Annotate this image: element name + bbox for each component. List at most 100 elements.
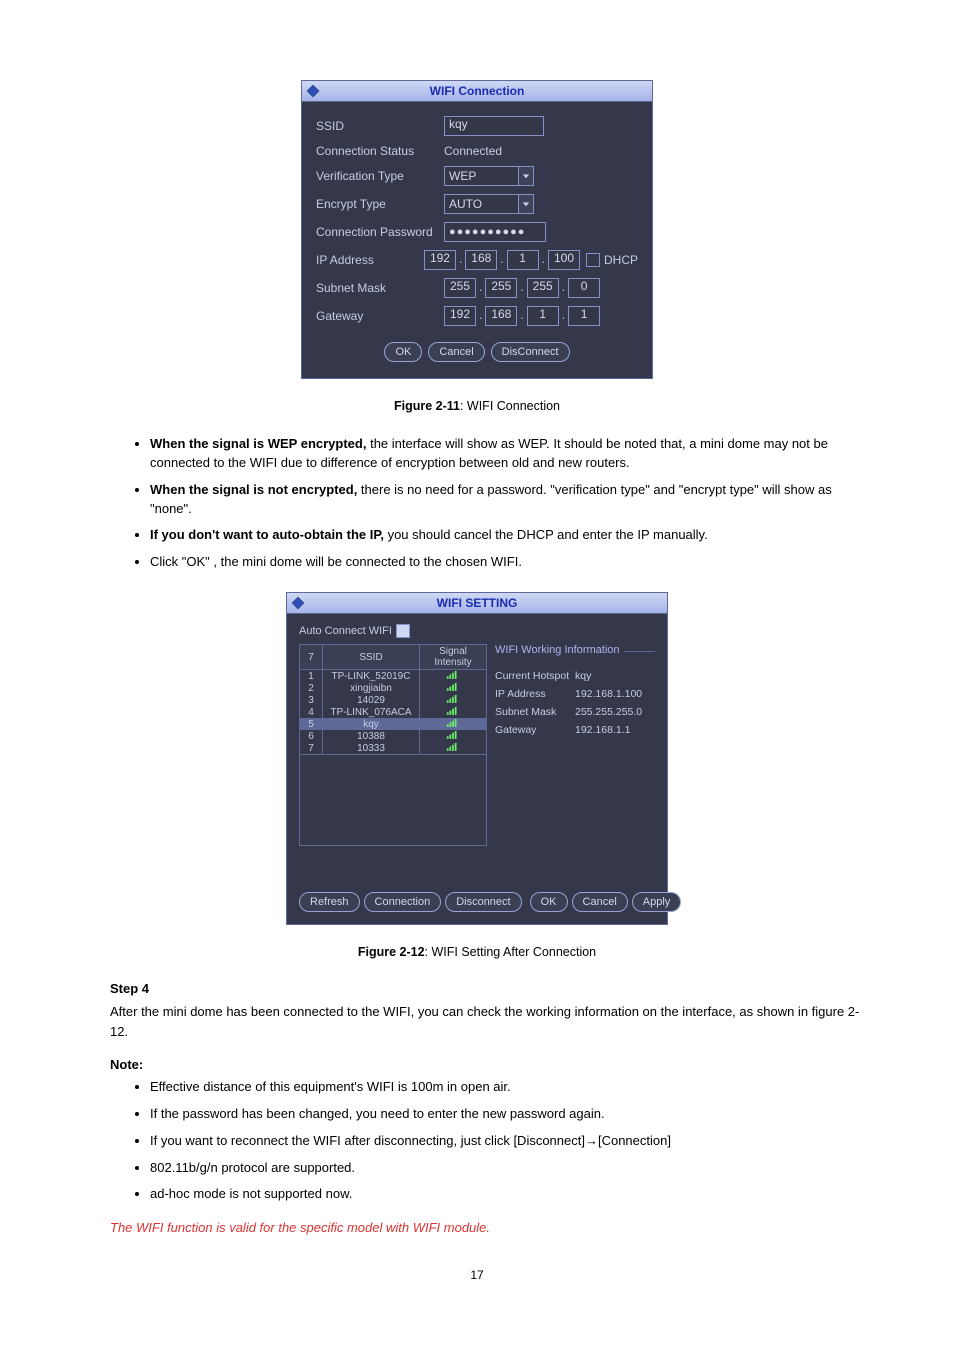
col-signal: Signal Intensity xyxy=(420,645,487,670)
dialog-title: WIFI SETTING xyxy=(309,596,645,610)
app-icon xyxy=(302,84,324,98)
table-row[interactable]: 4TP-LINK_076ACA xyxy=(300,706,487,718)
row-index: 1 xyxy=(300,670,323,683)
step-label: Step 4 xyxy=(110,981,874,996)
ok-button[interactable]: OK xyxy=(384,342,422,362)
list-item-head: When the signal is not encrypted, xyxy=(150,482,357,497)
encrypt-type-value: AUTO xyxy=(445,197,518,211)
ip-seg[interactable]: 255 xyxy=(444,278,476,298)
figure-label: Figure 2-12 xyxy=(358,945,425,959)
row-ssid: 14029 xyxy=(323,694,420,706)
ip-seg[interactable]: 255 xyxy=(527,278,559,298)
list-item-tail: Click "OK" , the mini dome will be conne… xyxy=(150,554,522,569)
signal-icon xyxy=(420,742,487,755)
signal-icon xyxy=(420,730,487,742)
row-index: 4 xyxy=(300,706,323,718)
ip-seg[interactable]: 168 xyxy=(485,306,517,326)
row-ssid: xingjiaibn xyxy=(323,682,420,694)
chevron-down-icon xyxy=(518,195,533,213)
row-index: 5 xyxy=(300,718,323,730)
subnet-mask-input[interactable]: 255. 255. 255. 0 xyxy=(444,278,600,298)
row-index: 3 xyxy=(300,694,323,706)
page-number: 17 xyxy=(80,1268,874,1282)
figure-label: Figure 2-11 xyxy=(394,399,460,413)
apply-button[interactable]: Apply xyxy=(632,892,682,912)
table-row[interactable]: 314029 xyxy=(300,694,487,706)
connection-button[interactable]: Connection xyxy=(364,892,442,912)
ssid-label: SSID xyxy=(316,119,444,133)
ip-seg[interactable]: 192 xyxy=(424,250,456,270)
signal-icon xyxy=(420,682,487,694)
subnet-mask-label: Subnet Mask xyxy=(316,281,444,295)
figure-text: : WIFI Connection xyxy=(460,399,560,413)
ip-address-label: IP Address xyxy=(316,253,424,267)
ok-button[interactable]: OK xyxy=(530,892,568,912)
wifi-connection-dialog: WIFI Connection SSID kqy Connection Stat… xyxy=(301,80,653,379)
app-icon xyxy=(287,596,309,610)
signal-icon xyxy=(420,670,487,683)
verification-type-select[interactable]: WEP xyxy=(444,166,534,186)
cancel-button[interactable]: Cancel xyxy=(428,342,484,362)
signal-icon xyxy=(420,718,487,730)
ip-seg[interactable]: 0 xyxy=(568,278,600,298)
bullet-list: Effective distance of this equipment's W… xyxy=(80,1078,874,1204)
encrypt-type-select[interactable]: AUTO xyxy=(444,194,534,214)
encrypt-type-label: Encrypt Type xyxy=(316,197,444,211)
table-row[interactable]: 2xingjiaibn xyxy=(300,682,487,694)
row-ssid: kqy xyxy=(323,718,420,730)
list-item: If the password has been changed, you ne… xyxy=(150,1105,874,1124)
note-label: Note: xyxy=(110,1057,143,1072)
table-row[interactable]: 1TP-LINK_52019C xyxy=(300,670,487,683)
connection-status-value: Connected xyxy=(444,144,502,158)
table-row[interactable]: 610388 xyxy=(300,730,487,742)
ip-seg[interactable]: 255 xyxy=(485,278,517,298)
auto-connect-checkbox[interactable] xyxy=(396,624,410,638)
ip-address-input[interactable]: 192. 168. 1. 100 xyxy=(424,250,580,270)
ip-seg[interactable]: 100 xyxy=(548,250,580,270)
gateway-label: Gateway xyxy=(495,724,575,736)
cancel-button[interactable]: Cancel xyxy=(572,892,628,912)
list-item: When the signal is not encrypted, there … xyxy=(150,481,874,519)
step-text: After the mini dome has been connected t… xyxy=(110,1002,874,1041)
subnet-value: 255.255.255.0 xyxy=(575,706,642,718)
row-ssid: 10333 xyxy=(323,742,420,755)
subnet-label: Subnet Mask xyxy=(495,706,575,718)
gateway-input[interactable]: 192. 168. 1. 1 xyxy=(444,306,600,326)
gateway-value: 192.168.1.1 xyxy=(575,724,630,736)
gateway-label: Gateway xyxy=(316,309,444,323)
table-row[interactable]: 710333 xyxy=(300,742,487,755)
password-label: Connection Password xyxy=(316,225,444,239)
row-ssid: TP-LINK_52019C xyxy=(323,670,420,683)
verification-type-value: WEP xyxy=(445,169,518,183)
refresh-button[interactable]: Refresh xyxy=(299,892,360,912)
auto-connect-label: Auto Connect WIFI xyxy=(299,625,392,637)
ip-seg[interactable]: 1 xyxy=(568,306,600,326)
figure-caption: Figure 2-12: WIFI Setting After Connecti… xyxy=(80,945,874,959)
password-input[interactable]: ●●●●●●●●●● xyxy=(444,222,546,242)
figure-caption: Figure 2-11: WIFI Connection xyxy=(80,399,874,413)
connection-status-label: Connection Status xyxy=(316,144,444,158)
wifi-info-title: WIFI Working Information xyxy=(495,644,620,656)
wifi-list-table: 7 SSID Signal Intensity 1TP-LINK_52019C2… xyxy=(299,644,487,846)
dhcp-checkbox[interactable]: DHCP xyxy=(586,253,638,267)
row-index: 7 xyxy=(300,742,323,755)
ip-seg[interactable]: 1 xyxy=(507,250,539,270)
ip-seg[interactable]: 192 xyxy=(444,306,476,326)
hotspot-value: kqy xyxy=(575,670,591,682)
disconnect-button[interactable]: DisConnect xyxy=(491,342,570,362)
wifi-setting-dialog: WIFI SETTING Auto Connect WIFI 7 SSID Si… xyxy=(286,592,668,925)
ip-seg[interactable]: 168 xyxy=(465,250,497,270)
disconnect-button[interactable]: Disconnect xyxy=(445,892,521,912)
ssid-input[interactable]: kqy xyxy=(444,116,544,136)
chevron-down-icon xyxy=(518,167,533,185)
row-index: 6 xyxy=(300,730,323,742)
list-item: Click "OK" , the mini dome will be conne… xyxy=(150,553,874,572)
ip-seg[interactable]: 1 xyxy=(527,306,559,326)
table-row[interactable]: 5kqy xyxy=(300,718,487,730)
row-index: 2 xyxy=(300,682,323,694)
dialog-titlebar: WIFI Connection xyxy=(302,81,652,102)
col-count: 7 xyxy=(300,645,323,670)
list-item: When the signal is WEP encrypted, the in… xyxy=(150,435,874,473)
hotspot-label: Current Hotspot xyxy=(495,670,575,682)
list-item-head: When the signal is WEP encrypted, xyxy=(150,436,366,451)
